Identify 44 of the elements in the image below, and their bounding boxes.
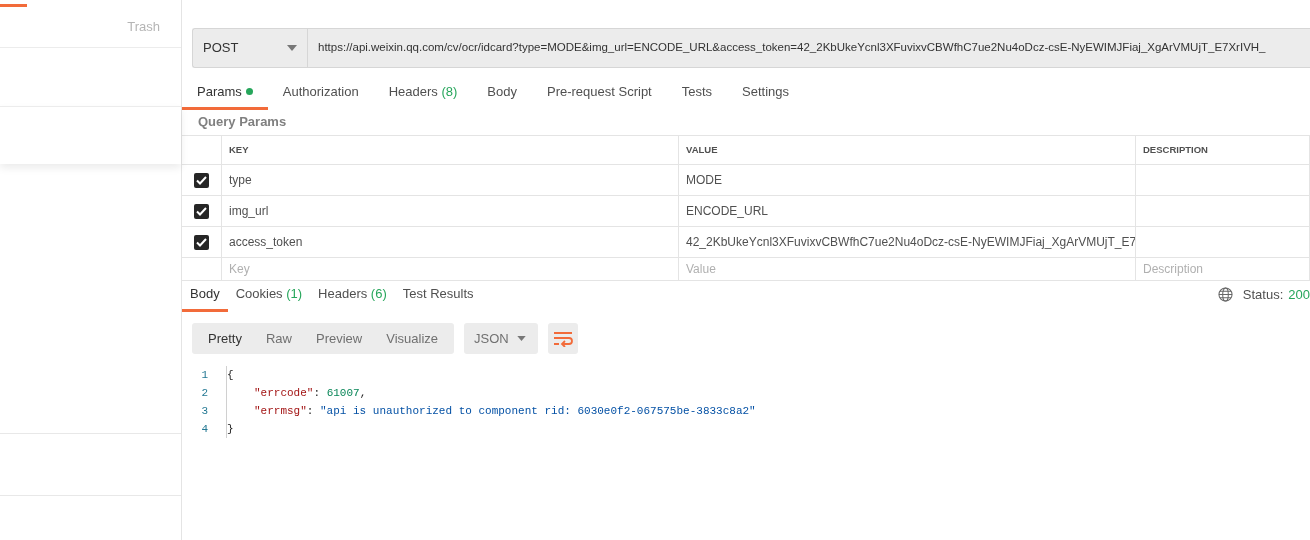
code-line: {: [226, 366, 234, 384]
column-header: VALUE: [679, 136, 1136, 165]
status-code: 200: [1288, 285, 1310, 304]
code-line: }: [226, 420, 234, 438]
column-header: DESCRIPTION: [1136, 136, 1310, 165]
table-cell: 42_2KbUkeYcnl3XFuvixvCBWfhC7ue2Nu4oDcz-csE-NyEWIMJFiaj_XgArVMUjT_E7: [679, 227, 1136, 258]
section-title: Query Params: [198, 114, 287, 129]
view-mode-button[interactable]: Raw: [253, 323, 304, 354]
checkbox[interactable]: [194, 203, 209, 219]
request-tab[interactable]: Body: [472, 81, 532, 110]
view-mode-button[interactable]: Visualize: [374, 323, 451, 354]
request-tab[interactable]: Headers (8): [373, 81, 473, 110]
table-cell: img_url: [222, 196, 679, 227]
code-line: "errcode": 61007,: [226, 384, 367, 402]
response-tab[interactable]: Cookies (1): [227, 283, 311, 312]
request-tab[interactable]: Params: [182, 81, 268, 110]
table-cell: type: [222, 165, 679, 196]
checkbox[interactable]: [194, 172, 209, 188]
table-cell: ENCODE_URL: [679, 196, 1136, 227]
format-dropdown[interactable]: JSON: [464, 323, 539, 354]
line-number: 1: [200, 367, 209, 383]
globe-icon[interactable]: [1217, 286, 1233, 302]
view-mode-button[interactable]: Preview: [304, 323, 375, 354]
request-tab[interactable]: Authorization: [267, 81, 374, 110]
request-tab[interactable]: Settings: [727, 81, 805, 110]
tab-indicator: [0, 4, 27, 7]
line-number: 4: [200, 421, 209, 437]
table-cell: MODE: [679, 165, 1136, 196]
request-tab[interactable]: Pre-request Script: [531, 81, 667, 110]
wrap-icon: [553, 330, 574, 347]
table-cell: access_token: [222, 227, 679, 258]
response-tab[interactable]: Headers (6): [310, 283, 395, 312]
caret-icon: [517, 336, 527, 341]
response-tab[interactable]: Body: [182, 283, 228, 312]
request-tab[interactable]: Tests: [666, 81, 728, 110]
checkbox[interactable]: [194, 234, 209, 250]
line-number: 2: [200, 385, 209, 401]
code-line: "errmsg": "api is unauthorized to component rid: 6030e0f2-067575be-3833c8a2": [226, 402, 756, 420]
response-tab[interactable]: Test Results: [394, 283, 482, 312]
column-header: KEY: [222, 136, 679, 165]
line-number: 3: [200, 403, 209, 419]
view-mode-button[interactable]: Pretty: [196, 323, 254, 354]
status-label: Status:: [1242, 285, 1284, 304]
wrap-button[interactable]: [548, 323, 579, 354]
